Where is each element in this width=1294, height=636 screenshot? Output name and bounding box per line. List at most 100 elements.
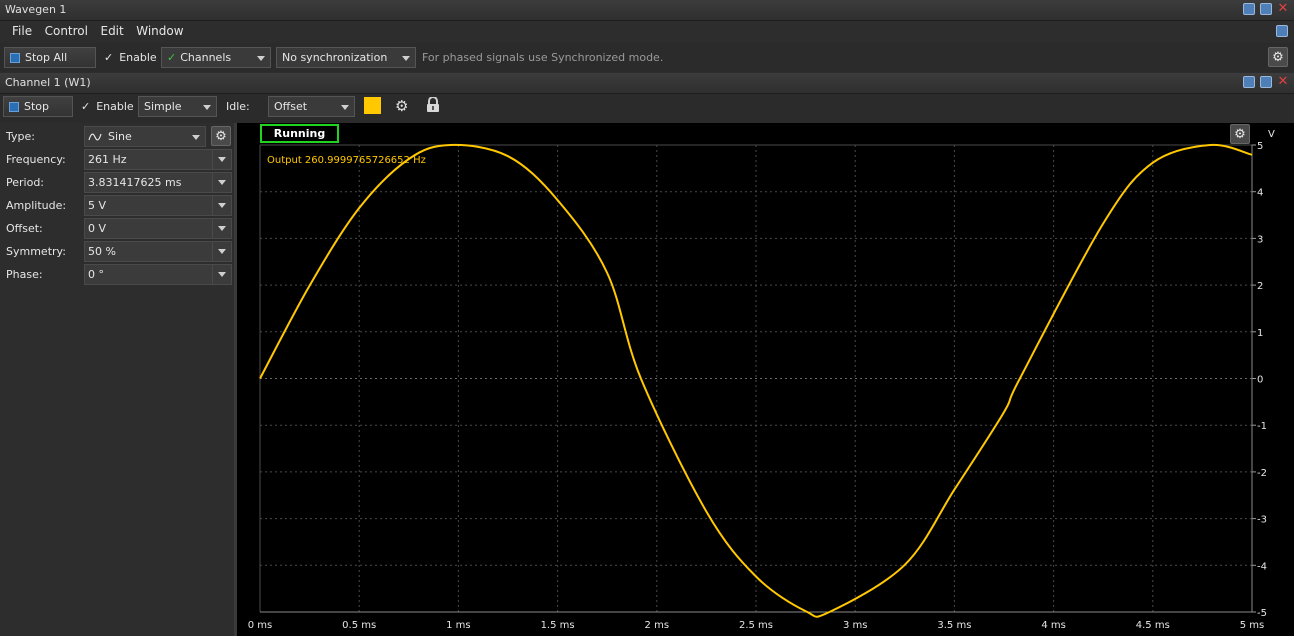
restore-icon[interactable]: [1243, 3, 1255, 15]
channel-enable-checkbox[interactable]: ✓ Enable: [81, 100, 134, 113]
channel-toolbar: Stop ✓ Enable Simple Idle: Offset ⚙: [0, 94, 1294, 123]
x-tick-label: 2.5 ms: [739, 620, 773, 631]
mode-dropdown[interactable]: Simple: [138, 96, 217, 117]
restore-icon[interactable]: [1243, 76, 1255, 88]
parameters-panel: Type: Sine ⚙ Frequency: 261 Hz Period: 3…: [0, 123, 234, 636]
channels-label: Channels: [180, 51, 232, 64]
stop-all-label: Stop All: [25, 51, 68, 64]
menu-file[interactable]: File: [12, 24, 32, 38]
amplitude-label: Amplitude:: [6, 199, 67, 212]
stop-all-button[interactable]: Stop All: [4, 47, 96, 68]
x-tick-label: 0 ms: [248, 620, 273, 631]
idle-dropdown[interactable]: Offset: [268, 96, 355, 117]
type-value: Sine: [108, 130, 132, 143]
frequency-input[interactable]: 261 Hz: [84, 149, 232, 170]
gear-icon[interactable]: ⚙: [211, 126, 231, 146]
chevron-down-icon[interactable]: [212, 150, 231, 169]
param-symmetry-row: Symmetry: 50 %: [0, 240, 234, 262]
gear-icon[interactable]: ⚙: [1230, 124, 1250, 144]
chevron-down-icon[interactable]: [212, 265, 231, 284]
param-phase-row: Phase: 0 °: [0, 263, 234, 285]
chevron-down-icon[interactable]: [212, 173, 231, 192]
x-tick-label: 4 ms: [1041, 620, 1066, 631]
x-tick-label: 2 ms: [645, 620, 670, 631]
lock-icon[interactable]: [426, 96, 439, 112]
y-tick-label: 1: [1257, 328, 1263, 339]
close-icon[interactable]: ✕: [1277, 75, 1289, 88]
chevron-down-icon: [192, 135, 200, 140]
frequency-label: Frequency:: [6, 153, 66, 166]
amplitude-input[interactable]: 5 V: [84, 195, 232, 216]
maximize-icon[interactable]: [1260, 76, 1272, 88]
channel-titlebar: Channel 1 (W1) ✕: [0, 73, 1294, 94]
param-offset-row: Offset: 0 V: [0, 217, 234, 239]
channel-color-swatch[interactable]: [364, 97, 381, 114]
idle-value: Offset: [274, 100, 308, 113]
offset-value: 0 V: [88, 222, 107, 235]
chevron-down-icon: [402, 56, 410, 61]
period-label: Period:: [6, 176, 45, 189]
output-frequency-text: Output 260.9999765726652 Hz: [267, 155, 426, 166]
frequency-value: 261 Hz: [88, 153, 127, 166]
y-tick-label: 4: [1257, 188, 1263, 199]
chevron-down-icon[interactable]: [212, 196, 231, 215]
stop-icon: [10, 52, 20, 63]
enable-checkbox[interactable]: ✓ Enable: [104, 51, 157, 64]
y-tick-label: -1: [1257, 421, 1267, 432]
close-icon[interactable]: ✕: [1277, 2, 1289, 15]
x-tick-label: 1 ms: [446, 620, 471, 631]
checkmark-icon: ✓: [104, 51, 114, 64]
sync-dropdown[interactable]: No synchronization: [276, 47, 416, 68]
maximize-icon[interactable]: [1260, 3, 1272, 15]
symmetry-label: Symmetry:: [6, 245, 66, 258]
sync-value: No synchronization: [282, 51, 388, 64]
x-tick-label: 3.5 ms: [937, 620, 971, 631]
phase-label: Phase:: [6, 268, 43, 281]
dock-icon[interactable]: [1276, 25, 1288, 37]
param-frequency-row: Frequency: 261 Hz: [0, 148, 234, 170]
y-tick-label: -5: [1257, 608, 1267, 619]
period-input[interactable]: 3.831417625 ms: [84, 172, 232, 193]
x-tick-label: 4.5 ms: [1136, 620, 1170, 631]
channel-title: Channel 1 (W1): [5, 76, 91, 89]
gear-icon[interactable]: ⚙: [1268, 47, 1288, 67]
param-amplitude-row: Amplitude: 5 V: [0, 194, 234, 216]
gear-icon[interactable]: ⚙: [395, 97, 408, 115]
symmetry-value: 50 %: [88, 245, 116, 258]
sine-wave-icon: [88, 133, 102, 140]
menu-edit[interactable]: Edit: [100, 24, 123, 38]
waveform-chart: 0 ms 0.5 ms 1 ms 1.5 ms 2 ms 2.5 ms 3 ms 3.5 ms…: [248, 141, 1267, 631]
stop-button[interactable]: Stop: [3, 96, 73, 117]
menu-control[interactable]: Control: [45, 24, 88, 38]
phase-value: 0 °: [88, 268, 104, 281]
offset-input[interactable]: 0 V: [84, 218, 232, 239]
chevron-down-icon: [257, 56, 265, 61]
stop-icon: [9, 101, 19, 112]
param-type-row: Type: Sine ⚙: [0, 125, 234, 147]
x-tick-label: 1.5 ms: [541, 620, 575, 631]
window-title: Wavegen 1: [5, 3, 67, 16]
green-check-icon: ✓: [167, 51, 177, 64]
chevron-down-icon[interactable]: [212, 219, 231, 238]
type-dropdown[interactable]: Sine: [84, 126, 206, 147]
chevron-down-icon: [341, 105, 349, 110]
period-value: 3.831417625 ms: [88, 176, 182, 189]
menu-window[interactable]: Window: [136, 24, 183, 38]
phase-input[interactable]: 0 °: [84, 264, 232, 285]
window-titlebar: Wavegen 1 ✕: [0, 0, 1294, 21]
y-tick-label: -2: [1257, 468, 1267, 479]
param-period-row: Period: 3.831417625 ms: [0, 171, 234, 193]
channel-enable-label: Enable: [96, 100, 134, 113]
y-tick-label: 3: [1257, 234, 1263, 245]
stop-label: Stop: [24, 100, 50, 113]
y-tick-label: -4: [1257, 561, 1267, 572]
y-tick-label: 0: [1257, 375, 1263, 386]
main-toolbar: Stop All ✓ Enable ✓ Channels No synchron…: [0, 43, 1294, 72]
offset-label: Offset:: [6, 222, 43, 235]
waveform-plot: 0 ms 0.5 ms 1 ms 1.5 ms 2 ms 2.5 ms 3 ms 3.5 ms…: [237, 123, 1294, 636]
channels-dropdown[interactable]: ✓ Channels: [161, 47, 271, 68]
menu-bar: File Control Edit Window: [0, 21, 1294, 42]
x-tick-label: 3 ms: [843, 620, 868, 631]
symmetry-input[interactable]: 50 %: [84, 241, 232, 262]
chevron-down-icon[interactable]: [212, 242, 231, 261]
